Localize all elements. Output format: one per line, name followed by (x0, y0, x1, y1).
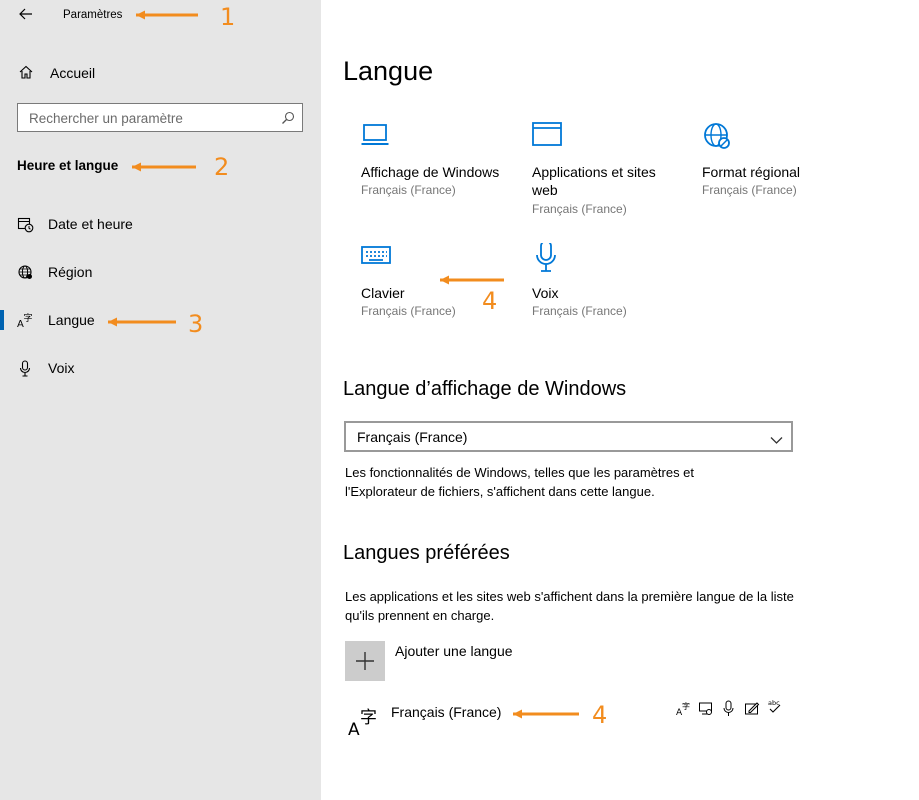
annotation-arrows (108, 10, 579, 719)
annotation-number: 4 (592, 701, 608, 729)
annotation-number: 2 (214, 153, 230, 181)
annotation-number: 4 (482, 287, 498, 315)
annotation-number: 3 (188, 310, 204, 338)
annotation-number: 1 (220, 3, 236, 31)
